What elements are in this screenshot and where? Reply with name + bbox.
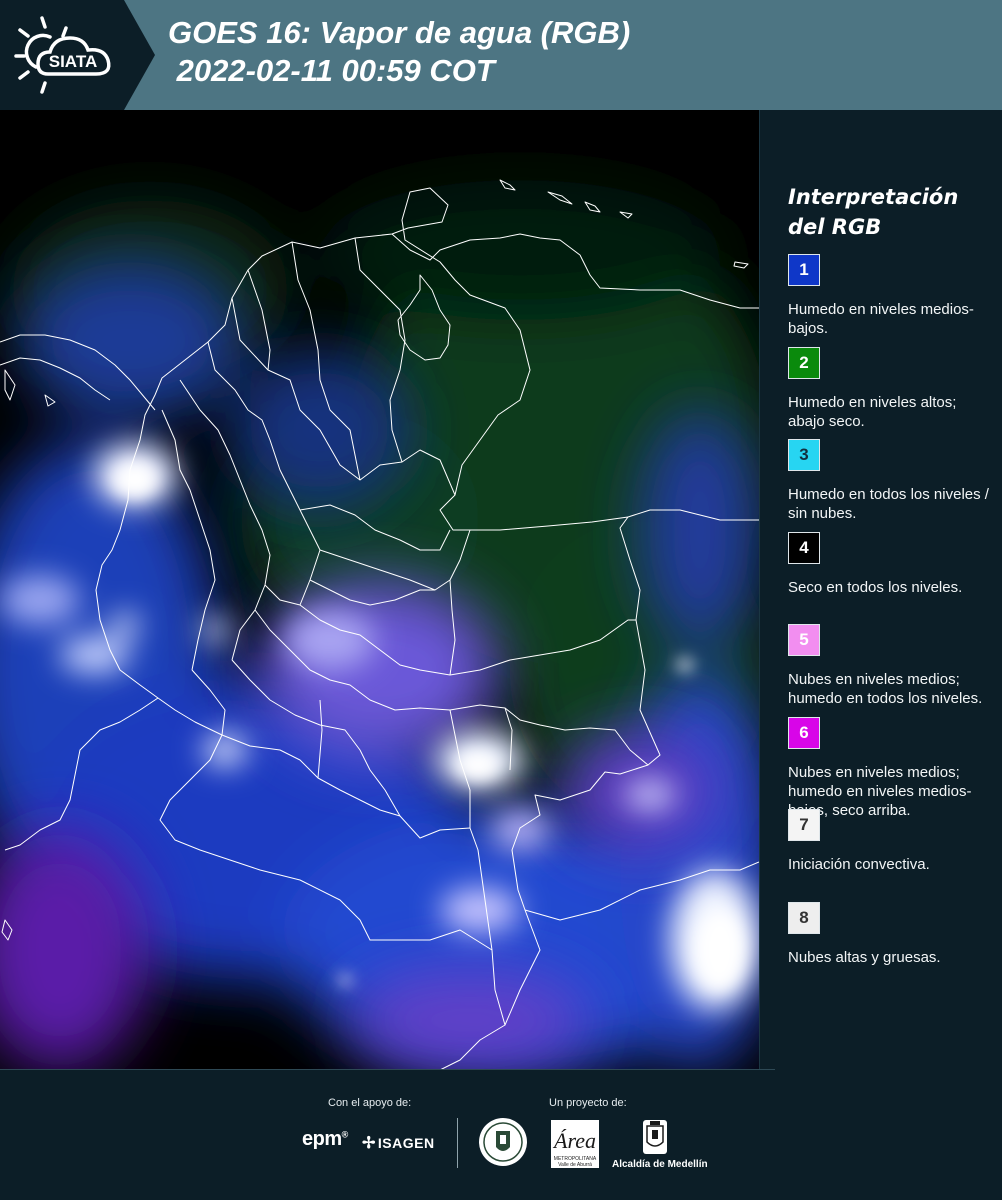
- legend-item: 7 Iniciación convectiva.: [788, 809, 993, 874]
- footer-divider-line: [0, 1069, 775, 1070]
- legend-swatch: 6: [788, 717, 820, 749]
- page-title: GOES 16: Vapor de agua (RGB) 2022-02-11 …: [168, 14, 630, 90]
- legend-item: 4 Seco en todos los niveles.: [788, 532, 993, 597]
- legend-swatch: 7: [788, 809, 820, 841]
- epm-text: epm: [302, 1128, 342, 1150]
- area-metropolitana-icon: Área: [552, 1128, 596, 1153]
- title-product: GOES 16: Vapor de agua (RGB): [168, 15, 631, 50]
- siata-logo[interactable]: SIATA: [0, 0, 155, 110]
- legend-description: Nubes altas y gruesas.: [788, 949, 941, 966]
- epm-mark: ®: [341, 1129, 349, 1140]
- legend-swatch: 2: [788, 347, 820, 379]
- legend-panel: Interpretación del RGB 1 Humedo en nivele…: [788, 182, 998, 966]
- legend-item: 2 Humedo en niveles altos; abajo seco.: [788, 347, 993, 431]
- support-label: Con el apoyo de:: [328, 1097, 412, 1109]
- legend-description: Seco en todos los niveles.: [788, 579, 963, 596]
- title-timestamp: 2022-02-11 00:59 COT: [168, 53, 495, 88]
- legend-swatch: 8: [788, 902, 820, 934]
- legend-item: 3 Humedo en todos los niveles / sin nubes…: [788, 439, 993, 523]
- isagen-star-icon: ✢: [362, 1135, 376, 1152]
- university-seal-icon[interactable]: [478, 1117, 528, 1167]
- logo-text: SIATA: [49, 52, 97, 71]
- sun-cloud-icon: SIATA: [14, 16, 111, 94]
- legend-title: Interpretación del RGB: [788, 185, 959, 239]
- legend-swatch: 5: [788, 624, 820, 656]
- legend-description: Humedo en todos los niveles / sin nubes.: [788, 486, 989, 522]
- header-bar: SIATA GOES 16: Vapor de agua (RGB) 2022-…: [0, 0, 1002, 110]
- alcaldia-shield-icon[interactable]: [641, 1118, 669, 1156]
- legend-description: Humedo en niveles altos; abajo seco.: [788, 394, 957, 430]
- legend-description: Humedo en niveles medios-bajos.: [788, 301, 974, 337]
- legend-swatch: 4: [788, 532, 820, 564]
- epm-logo[interactable]: epm®: [302, 1128, 348, 1151]
- legend-description: Nubes en niveles medios; humedo en todos…: [788, 671, 983, 707]
- legend-item: 6 Nubes en niveles medios; humedo en nive…: [788, 717, 993, 820]
- isagen-logo[interactable]: ✢ ISAGEN: [362, 1133, 435, 1153]
- legend-item: 8 Nubes altas y gruesas.: [788, 902, 993, 967]
- legend-item: 1 Humedo en niveles medios-bajos.: [788, 254, 993, 338]
- logo-divider: [457, 1118, 458, 1168]
- area-logo-text: Área: [552, 1128, 596, 1153]
- legend-description: Iniciación convectiva.: [788, 856, 930, 873]
- satellite-map[interactable]: [0, 110, 760, 1070]
- legend-item: 5 Nubes en niveles medios; humedo en todo…: [788, 624, 993, 708]
- legend-swatch: 3: [788, 439, 820, 471]
- project-label: Un proyecto de:: [549, 1097, 627, 1109]
- area-metropolitana-subtitle: METROPOLITANA Valle de Aburrá: [553, 1156, 597, 1168]
- isagen-text: ISAGEN: [377, 1135, 435, 1151]
- alcaldia-label: Alcaldía de Medellín: [612, 1159, 708, 1170]
- satellite-image: [0, 110, 759, 1070]
- legend-swatch: 1: [788, 254, 820, 286]
